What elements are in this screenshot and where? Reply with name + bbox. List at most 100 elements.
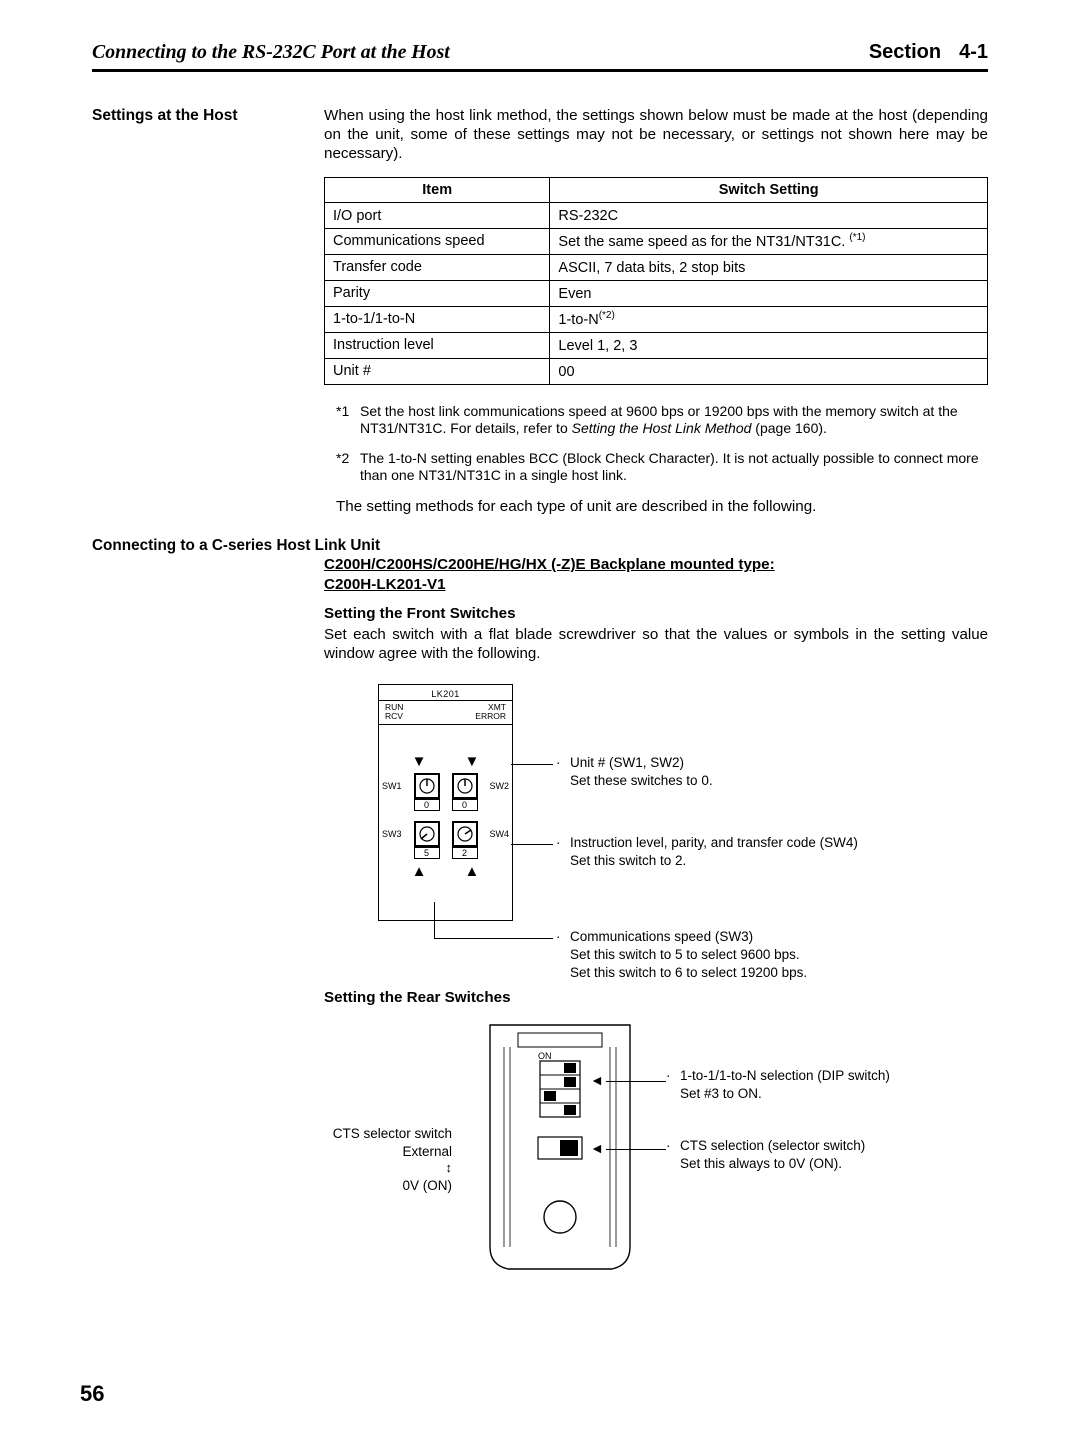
rear-panel: ON: [460, 1017, 660, 1288]
callout-text: Set #3 to ON.: [680, 1085, 890, 1103]
dial-icon: [452, 821, 478, 847]
settings-table: Item Switch Setting I/O port RS-232C Com…: [324, 177, 988, 385]
arrow-down-icon: ▼: [412, 753, 427, 772]
front-panel: LK201 RUN RCV XMT ERROR ▼ ▼: [378, 684, 513, 921]
pointer-row: ▼ ▼: [379, 753, 512, 772]
callout-line: [511, 844, 553, 845]
panel-indicators: RUN RCV XMT ERROR: [379, 700, 512, 725]
table-cell-item: I/O port: [325, 203, 550, 229]
sw3-label: SW3: [382, 829, 402, 840]
arrow-down-icon: ▼: [465, 753, 480, 772]
table-row: 1-to-1/1-to-N 1-to-N(*2): [325, 306, 988, 332]
side-heading: Settings at the Host: [92, 106, 324, 516]
front-switches-text: Set each switch with a flat blade screwd…: [324, 626, 988, 664]
on-label: ON: [538, 1051, 552, 1062]
0v-on-label: 0V (ON): [230, 1177, 452, 1195]
bullet-icon: ·: [556, 754, 561, 772]
callout-line: [434, 938, 553, 939]
table-row: Unit # 00: [325, 358, 988, 384]
sw4-label: SW4: [490, 829, 510, 840]
sw-row-1: SW1 0 0 SW2: [379, 773, 512, 799]
footnote-1-text: Set the host link communications speed a…: [360, 403, 988, 438]
table-cell-setting: Level 1, 2, 3: [550, 332, 988, 358]
final-line: The setting methods for each type of uni…: [336, 497, 988, 516]
sw2-value: 0: [452, 799, 478, 811]
section-number: 4-1: [959, 41, 988, 63]
rear-switches-heading: Setting the Rear Switches: [324, 988, 988, 1007]
callout-text: 1-to-1/1-to-N selection (DIP switch): [680, 1067, 890, 1085]
table-cell-item: Parity: [325, 280, 550, 306]
table-header-item: Item: [325, 178, 550, 203]
callout-text: Set this always to 0V (ON).: [680, 1155, 865, 1173]
header-title: Connecting to the RS-232C Port at the Ho…: [92, 40, 450, 65]
callout-text: Instruction level, parity, and transfer …: [570, 834, 858, 852]
callout-text: Set this switch to 5 to select 9600 bps.: [570, 946, 807, 964]
ind-error: ERROR: [475, 712, 506, 721]
footnotes: *1 Set the host link communications spee…: [336, 403, 988, 485]
table-cell-setting: RS-232C: [550, 203, 988, 229]
footnote-2-marker: *2: [336, 450, 360, 485]
panel-model: LK201: [379, 689, 512, 700]
table-row: I/O port RS-232C: [325, 203, 988, 229]
table-cell-item: Transfer code: [325, 255, 550, 281]
callout-text: Set these switches to 0.: [570, 772, 713, 790]
sw1-label: SW1: [382, 781, 402, 792]
ind-rcv: RCV: [385, 712, 403, 721]
bullet-icon: ·: [666, 1137, 671, 1155]
pointer-row: ▲ ▲: [379, 863, 512, 882]
sw4-dial: 2: [452, 821, 478, 847]
settings-content: When using the host link method, the set…: [324, 106, 988, 516]
page-number: 56: [80, 1380, 104, 1408]
footnote-2-text: The 1-to-N setting enables BCC (Block Ch…: [360, 450, 988, 485]
callout-text: CTS selection (selector switch): [680, 1137, 865, 1155]
callout-line: [511, 764, 553, 765]
table-cell-setting: 00: [550, 358, 988, 384]
front-switches-diagram: LK201 RUN RCV XMT ERROR ▼ ▼: [324, 684, 988, 984]
footnote-1: *1 Set the host link communications spee…: [336, 403, 988, 438]
callout-line: [606, 1149, 666, 1150]
manual-page: Connecting to the RS-232C Port at the Ho…: [0, 0, 1080, 1435]
callout-unit: · Unit # (SW1, SW2) Set these switches t…: [570, 754, 713, 790]
table-row: Instruction level Level 1, 2, 3: [325, 332, 988, 358]
callout-text: Communications speed (SW3): [570, 928, 807, 946]
header-section: Section4-1: [869, 40, 988, 65]
settings-block: Settings at the Host When using the host…: [92, 106, 988, 516]
rear-switches-diagram: ON ◄ ◄ CTS selector switch External ↕ 0V…: [324, 1017, 988, 1307]
dial-icon: [414, 773, 440, 799]
rear-callout-cts: · CTS selection (selector switch) Set th…: [680, 1137, 865, 1173]
table-cell-setting: Even: [550, 280, 988, 306]
rear-callout-dip: · 1-to-1/1-to-N selection (DIP switch) S…: [680, 1067, 890, 1103]
table-row: Transfer code ASCII, 7 data bits, 2 stop…: [325, 255, 988, 281]
table-row: Communications speed Set the same speed …: [325, 229, 988, 255]
sw-row-2: SW3 5 2 SW4: [379, 821, 512, 847]
callout-text: Unit # (SW1, SW2): [570, 754, 713, 772]
table-cell-setting: 1-to-N(*2): [550, 306, 988, 332]
section-label: Section: [869, 41, 959, 63]
intro-text: When using the host link method, the set…: [324, 106, 988, 163]
footnote-1-marker: *1: [336, 403, 360, 438]
sw4-value: 2: [452, 847, 478, 859]
bullet-icon: ·: [556, 834, 561, 852]
bullet-icon: ·: [556, 928, 561, 946]
indent-block: C200H/C200HS/C200HE/HG/HX (-Z)E Backplan…: [324, 555, 988, 1307]
connecting-subhead: Connecting to a C-series Host Link Unit: [92, 536, 988, 555]
bullet-icon: ·: [666, 1067, 671, 1085]
rear-left-labels: CTS selector switch External ↕ 0V (ON): [230, 1125, 452, 1195]
table-cell-item: Communications speed: [325, 229, 550, 255]
callout-text: Set this switch to 6 to select 19200 bps…: [570, 964, 807, 982]
table-cell-item: 1-to-1/1-to-N: [325, 306, 550, 332]
footnote-2: *2 The 1-to-N setting enables BCC (Block…: [336, 450, 988, 485]
callout-line: [434, 902, 435, 938]
triangle-left-icon: ◄: [590, 1073, 604, 1087]
callout-sw4: · Instruction level, parity, and transfe…: [570, 834, 858, 870]
callout-line: [606, 1081, 666, 1082]
arrow-up-icon: ▲: [412, 863, 427, 882]
callout-sw3: · Communications speed (SW3) Set this sw…: [570, 928, 807, 983]
callout-text: Set this switch to 2.: [570, 852, 858, 870]
table-cell-setting: ASCII, 7 data bits, 2 stop bits: [550, 255, 988, 281]
model-heading: C200H/C200HS/C200HE/HG/HX (-Z)E Backplan…: [324, 555, 988, 596]
cts-label: CTS selector switch: [230, 1125, 452, 1143]
table-header-setting: Switch Setting: [550, 178, 988, 203]
sw3-dial: 5: [414, 821, 440, 847]
triangle-left-icon: ◄: [590, 1141, 604, 1155]
